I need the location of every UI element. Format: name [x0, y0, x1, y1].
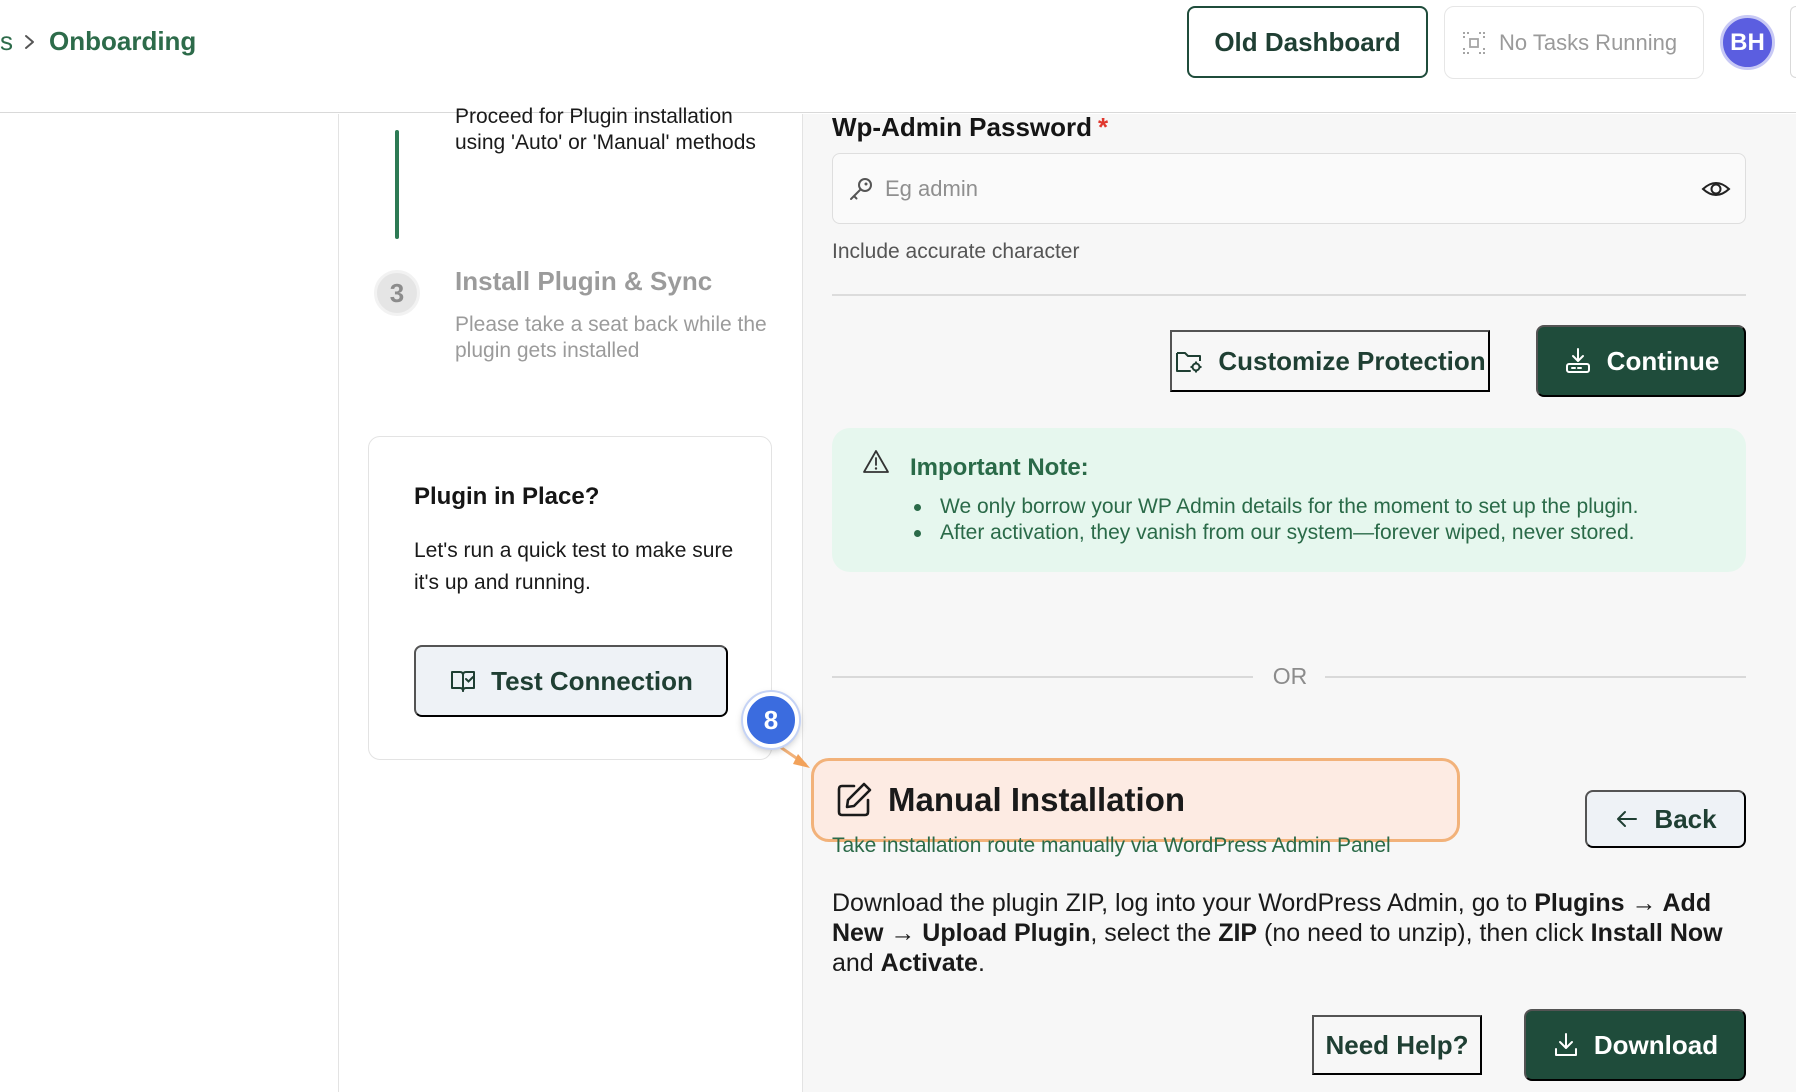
test-connection-label: Test Connection — [491, 665, 693, 696]
warning-triangle-icon — [863, 450, 889, 473]
required-mark: * — [1098, 112, 1109, 142]
breadcrumb-previous[interactable]: s — [0, 26, 13, 57]
step-3-number: 3 — [374, 270, 420, 316]
test-connection-button[interactable]: Test Connection — [414, 645, 728, 717]
download-icon — [1554, 1033, 1577, 1056]
plugin-check-card: Plugin in Place? Let's run a quick test … — [368, 436, 772, 760]
download-label: Download — [1593, 1029, 1719, 1060]
folder-gear-icon — [1176, 352, 1202, 373]
step-2-description: Proceed for Plugin installation using 'A… — [455, 105, 756, 154]
step-3-title: Install Plugin & Sync — [455, 266, 713, 296]
plugin-card-description: Let's run a quick test to make sure it's… — [414, 539, 734, 594]
continue-label: Continue — [1606, 345, 1720, 376]
install-tray-icon — [1565, 348, 1590, 373]
need-help-button[interactable]: Need Help? — [1312, 1015, 1482, 1075]
or-divider-left — [832, 676, 1253, 678]
important-note-title: Important Note: — [910, 454, 1089, 481]
password-field[interactable] — [832, 153, 1746, 224]
plugin-card-title: Plugin in Place? — [414, 483, 600, 510]
top-bar: s Onboarding Old Dashboard No Tasks Runn… — [0, 0, 1796, 113]
important-note-item: We only borrow your WP Admin details for… — [910, 494, 1638, 520]
continue-button[interactable]: Continue — [1536, 325, 1746, 397]
step-progress-line — [395, 130, 399, 239]
manual-installation-subtitle: Take installation route manually via Wor… — [832, 834, 1391, 857]
manual-installation-heading: Manual Installation — [811, 758, 1460, 842]
important-note-box: Important Note: We only borrow your WP A… — [832, 428, 1746, 572]
password-label: Wp-Admin Password * — [832, 112, 1109, 142]
old-dashboard-button[interactable]: Old Dashboard — [1187, 6, 1428, 78]
manual-installation-title: Manual Installation — [888, 781, 1186, 818]
back-button[interactable]: Back — [1585, 790, 1746, 848]
avatar[interactable]: BH — [1720, 15, 1775, 70]
download-button[interactable]: Download — [1524, 1009, 1746, 1081]
task-frame-icon — [1463, 31, 1485, 54]
tasks-status-text: No Tasks Running — [1499, 29, 1678, 55]
step-3-description: Please take a seat back while the plugin… — [455, 313, 767, 362]
tutorial-step-marker[interactable]: 8 — [743, 692, 799, 748]
back-label: Back — [1654, 803, 1717, 834]
password-hint: Include accurate character — [832, 240, 1080, 263]
breadcrumb-current: Onboarding — [49, 26, 197, 56]
important-note-list: We only borrow your WP Admin details for… — [910, 494, 1638, 546]
or-divider-text: OR — [1272, 663, 1308, 689]
password-input[interactable] — [875, 175, 1701, 202]
edit-pencil-icon — [837, 782, 872, 817]
key-icon — [850, 177, 872, 200]
tasks-status-pill[interactable]: No Tasks Running — [1444, 6, 1704, 79]
chevron-right-icon — [25, 35, 34, 49]
left-sidebar-area — [0, 114, 338, 1092]
customize-protection-button[interactable]: Customize Protection — [1170, 330, 1490, 392]
book-check-icon — [451, 671, 476, 692]
important-note-item: After activation, they vanish from our s… — [910, 520, 1638, 546]
section-divider — [832, 294, 1746, 296]
eye-icon[interactable] — [1701, 174, 1731, 204]
arrow-left-icon — [1617, 811, 1638, 827]
or-divider-right — [1325, 676, 1746, 678]
header-edge-control[interactable] — [1790, 6, 1796, 78]
customize-protection-label: Customize Protection — [1218, 345, 1486, 376]
manual-installation-instructions: Download the plugin ZIP, log into your W… — [832, 889, 1723, 977]
